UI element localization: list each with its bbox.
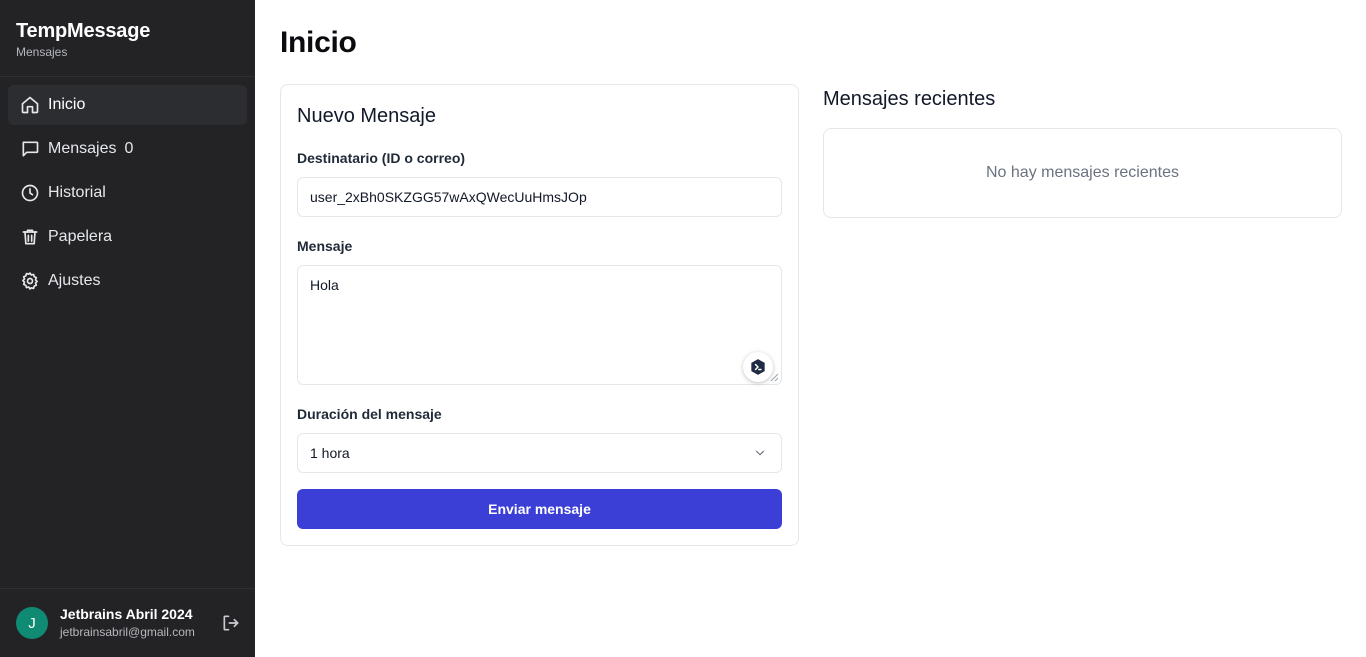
sidebar-item-label: Papelera xyxy=(48,228,113,245)
logout-icon[interactable] xyxy=(221,613,241,633)
app-subtitle: Mensajes xyxy=(16,45,68,59)
sidebar-item-label: Historial xyxy=(48,184,106,201)
sidebar-item-historial[interactable]: Historial xyxy=(8,173,247,213)
sidebar: TempMessage Mensajes Inicio Mensajes 0 H… xyxy=(0,0,255,657)
message-label: Mensaje xyxy=(297,238,353,254)
recipient-label: Destinatario (ID o correo) xyxy=(297,150,466,166)
duration-label: Duración del mensaje xyxy=(297,406,442,422)
page-title: Inicio xyxy=(280,26,357,59)
sidebar-divider xyxy=(0,76,255,77)
recipient-value: user_2xBh0SKZGG57wAxQWecUuHmsJOp xyxy=(310,189,587,205)
avatar[interactable]: J xyxy=(16,607,48,639)
empty-state-text: No hay mensajes recientes xyxy=(986,164,1179,181)
sidebar-item-mensajes[interactable]: Mensajes 0 xyxy=(8,129,247,169)
recipient-input[interactable]: user_2xBh0SKZGG57wAxQWecUuHmsJOp xyxy=(297,177,782,217)
duration-value: 1 hora xyxy=(310,445,350,461)
send-message-button[interactable]: Enviar mensaje xyxy=(297,489,782,529)
duration-select[interactable]: 1 hora xyxy=(297,433,782,473)
trash-icon xyxy=(20,227,40,247)
chevron-down-icon xyxy=(755,450,765,456)
resize-handle-icon[interactable] xyxy=(770,373,779,382)
clock-icon xyxy=(20,183,40,203)
sidebar-divider xyxy=(0,588,255,589)
user-info: Jetbrains Abril 2024 jetbrainsabril@gmai… xyxy=(60,606,195,640)
message-value: Hola xyxy=(310,277,339,293)
sidebar-item-label: Ajustes xyxy=(48,272,101,289)
message-count-badge: 0 xyxy=(124,140,134,157)
app-title: TempMessage xyxy=(16,20,151,42)
message-square-icon xyxy=(20,139,40,159)
sidebar-item-papelera[interactable]: Papelera xyxy=(8,217,247,257)
user-profile: J Jetbrains Abril 2024 jetbrainsabril@gm… xyxy=(16,606,243,640)
brand: TempMessage Mensajes xyxy=(16,20,150,59)
sidebar-item-ajustes[interactable]: Ajustes xyxy=(8,261,247,301)
user-name: Jetbrains Abril 2024 xyxy=(60,606,193,622)
sidebar-item-label: Inicio xyxy=(48,96,86,113)
recent-messages-panel: No hay mensajes recientes xyxy=(823,128,1342,218)
sidebar-nav: Inicio Mensajes 0 Historial Papelera Aju… xyxy=(8,85,247,305)
sidebar-item-label: Mensajes xyxy=(48,140,117,157)
message-textarea[interactable]: Hola xyxy=(297,265,782,385)
sidebar-item-inicio[interactable]: Inicio xyxy=(8,85,247,125)
gear-icon xyxy=(20,271,40,291)
recent-messages-title: Mensajes recientes xyxy=(823,88,996,110)
writing-assistant-icon[interactable] xyxy=(743,352,773,382)
home-icon xyxy=(20,95,40,115)
user-email: jetbrainsabril@gmail.com xyxy=(60,625,195,639)
new-message-card: Nuevo Mensaje Destinatario (ID o correo)… xyxy=(280,84,799,546)
card-title: Nuevo Mensaje xyxy=(297,105,436,127)
